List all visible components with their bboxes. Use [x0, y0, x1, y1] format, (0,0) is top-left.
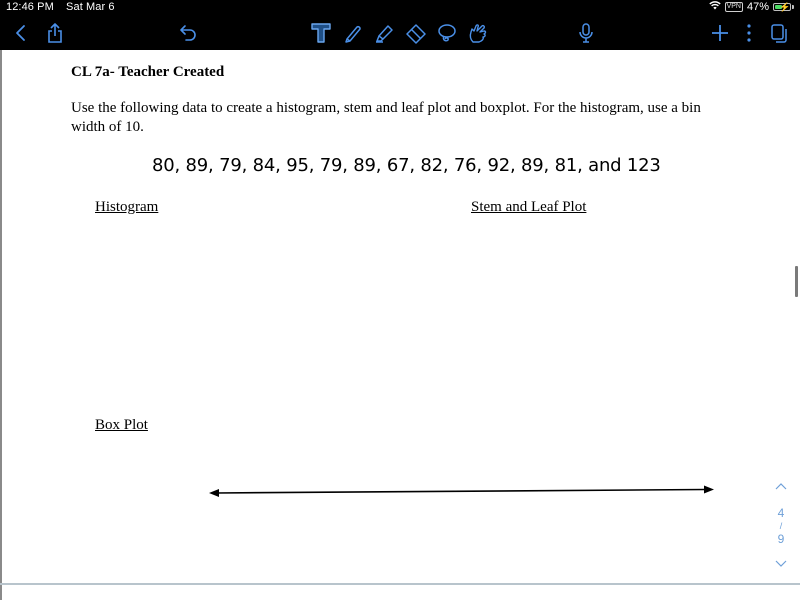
eraser-button[interactable] — [404, 21, 428, 45]
microphone-button[interactable] — [574, 21, 598, 45]
battery-icon: ⚡ — [773, 2, 791, 12]
right-arrowhead-icon — [704, 485, 714, 494]
undo-icon — [180, 25, 196, 41]
share-button[interactable] — [43, 21, 67, 45]
top-toolbar: 12:46 PM Sat Mar 6 VPN 47% ⚡ — [0, 0, 800, 50]
pen-button[interactable] — [341, 21, 365, 45]
battery-tip — [792, 5, 794, 9]
page-up-button[interactable] — [770, 480, 792, 494]
undo-button[interactable] — [176, 21, 200, 45]
box-plot-heading: Box Plot — [95, 417, 148, 433]
add-button[interactable] — [708, 21, 732, 45]
data-values-line: 80, 89, 79, 84, 95, 79, 89, 67, 82, 76, … — [152, 155, 661, 176]
histogram-heading: Histogram — [95, 199, 159, 215]
wifi-icon — [708, 1, 721, 13]
text-tool-icon — [311, 23, 331, 43]
eraser-icon — [406, 24, 426, 44]
number-line-axis — [215, 488, 707, 494]
microphone-icon — [579, 23, 593, 43]
page-edge — [0, 50, 2, 600]
page-separator: / — [779, 521, 783, 531]
page-indicator: 4 / 9 — [770, 478, 792, 574]
text-tool-button[interactable] — [309, 21, 333, 45]
status-date: Sat Mar 6 — [66, 1, 115, 13]
more-button[interactable] — [737, 21, 761, 45]
highlighter-button[interactable] — [372, 21, 396, 45]
scrollbar-thumb[interactable] — [795, 266, 798, 297]
page-divider — [0, 583, 800, 585]
plus-icon — [712, 25, 728, 41]
total-pages-number: 9 — [777, 532, 785, 546]
pages-button[interactable] — [767, 21, 791, 45]
pen-icon — [345, 25, 361, 43]
instructions-text: Use the following data to create a histo… — [71, 100, 701, 135]
stem-leaf-heading: Stem and Leaf Plot — [471, 199, 587, 215]
hand-tool-button[interactable] — [466, 21, 490, 45]
battery-percent: 47% — [746, 1, 769, 13]
vpn-badge: VPN — [724, 2, 743, 12]
current-page-number: 4 — [777, 506, 785, 520]
share-icon — [48, 23, 62, 43]
chevron-up-icon — [775, 483, 787, 490]
highlighter-icon — [376, 25, 393, 43]
document-title: CL 7a- Teacher Created — [71, 64, 225, 80]
left-arrowhead-icon — [209, 489, 219, 497]
lasso-icon — [438, 24, 456, 42]
chevron-down-icon — [775, 560, 787, 567]
status-time: 12:46 PM — [6, 1, 54, 13]
chevron-left-icon — [16, 25, 25, 41]
more-vertical-icon — [747, 24, 751, 42]
status-bar-left: 12:46 PM Sat Mar 6 — [6, 1, 124, 13]
back-button[interactable] — [9, 21, 33, 45]
box-plot-number-line — [209, 485, 714, 497]
status-bar-right: VPN 47% ⚡ — [708, 1, 794, 13]
lasso-button[interactable] — [435, 21, 459, 45]
page-down-button[interactable] — [770, 558, 792, 572]
hand-pointer-icon — [469, 24, 487, 43]
charging-bolt-icon: ⚡ — [779, 2, 791, 12]
pages-icon — [771, 24, 787, 43]
